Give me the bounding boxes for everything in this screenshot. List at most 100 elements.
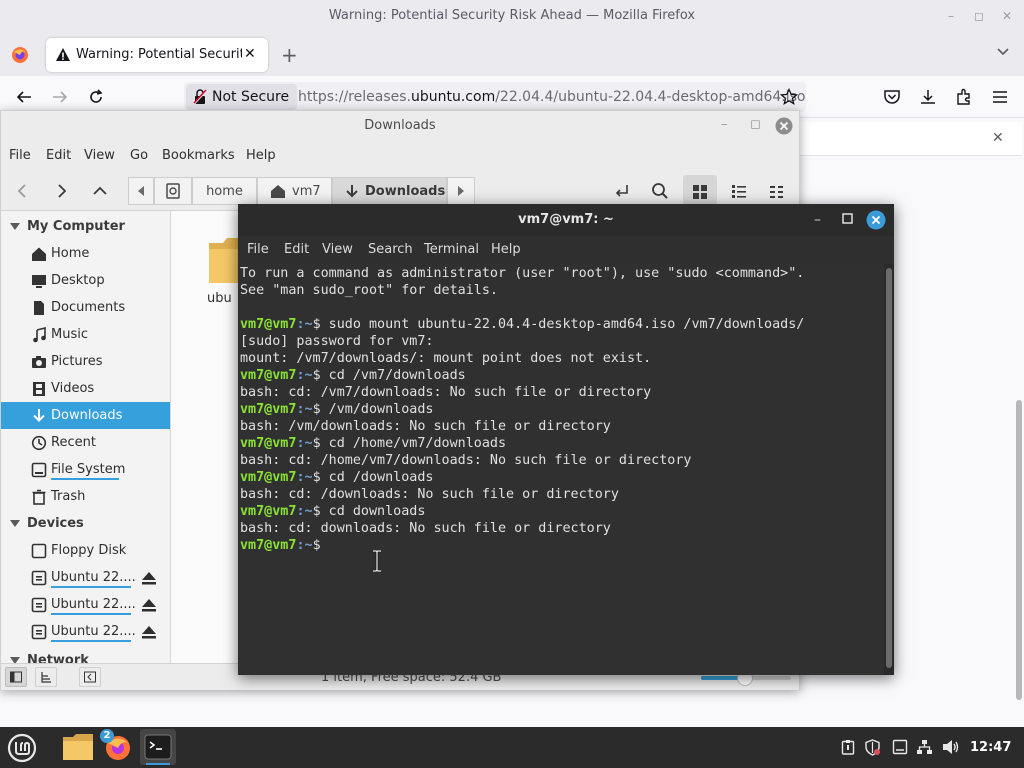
- breadcrumb-downloads[interactable]: Downloads: [332, 177, 447, 205]
- show-places-button[interactable]: [5, 667, 27, 687]
- forward-arrow-icon[interactable]: [51, 88, 69, 106]
- sidebar-section-network[interactable]: Network: [1, 647, 170, 663]
- hide-sidebar-button[interactable]: [79, 667, 101, 687]
- menu-help[interactable]: Help: [246, 141, 276, 171]
- not-secure-indicator[interactable]: Not Secure: [186, 84, 298, 110]
- terminal-close-button[interactable]: [866, 210, 886, 230]
- notification-close-icon[interactable]: ✕: [992, 130, 1004, 146]
- taskbar-terminal-launcher[interactable]: [140, 729, 176, 765]
- extensions-icon[interactable]: [955, 88, 973, 106]
- places-icon: [10, 671, 22, 683]
- network-icon[interactable]: [916, 739, 933, 755]
- sidebar-section-label: Network: [27, 653, 89, 663]
- update-manager-icon[interactable]: [892, 739, 908, 755]
- compact-view-icon[interactable]: [769, 183, 785, 199]
- url-text[interactable]: https://releases.ubuntu.com/22.04.4/ubun…: [298, 82, 806, 112]
- reload-icon[interactable]: [87, 88, 105, 106]
- terminal-output[interactable]: To run a command as administrator (user …: [238, 264, 884, 675]
- forward-icon[interactable]: [53, 183, 69, 199]
- sidebar-item-home[interactable]: Home: [1, 240, 170, 267]
- terminal-menu-terminal[interactable]: Terminal: [424, 236, 479, 264]
- eject-icon[interactable]: [141, 625, 157, 639]
- clock[interactable]: 12:47: [970, 727, 1011, 768]
- clipboard-icon[interactable]: [840, 739, 856, 755]
- sidebar-section-my-computer[interactable]: My Computer: [1, 213, 170, 240]
- terminal-menu-edit[interactable]: Edit: [284, 236, 309, 264]
- sidebar-item-ubuntu-disk-3[interactable]: Ubuntu 22....: [1, 618, 170, 645]
- firefox-window-title: Warning: Potential Security Risk Ahead —…: [328, 8, 696, 23]
- firefox-page-scrollbar[interactable]: [1016, 400, 1022, 700]
- breadcrumb-scroll-right-icon[interactable]: [447, 177, 475, 205]
- prompt-user: vm7@vm7: [240, 317, 297, 332]
- toggle-path-icon[interactable]: [613, 182, 631, 200]
- list-all-tabs-icon[interactable]: [996, 44, 1010, 58]
- sidebar-item-music[interactable]: Music: [1, 321, 170, 348]
- terminal-scrollbar[interactable]: [884, 264, 894, 675]
- terminal-menu-help[interactable]: Help: [491, 236, 521, 264]
- sidebar-section-devices[interactable]: Devices: [1, 510, 170, 537]
- shield-icon[interactable]: [864, 739, 881, 756]
- eject-icon[interactable]: [141, 571, 157, 585]
- firefox-tab-security-warning[interactable]: Warning: Potential Security Risk Ahead ✕: [46, 38, 268, 72]
- sidebar-item-ubuntu-disk-1[interactable]: Ubuntu 22....: [1, 564, 170, 591]
- taskbar-files-launcher[interactable]: [62, 732, 94, 762]
- search-icon[interactable]: [651, 182, 669, 200]
- terminal-minimize-button[interactable]: –: [814, 212, 821, 228]
- back-arrow-icon[interactable]: [15, 88, 33, 106]
- sidebar-item-videos[interactable]: Videos: [1, 375, 170, 402]
- sidebar-item-recent[interactable]: Recent: [1, 429, 170, 456]
- command-text: $ cd /vm7/downloads: [312, 368, 466, 383]
- zoom-slider[interactable]: [701, 670, 791, 686]
- breadcrumb-scroll-left-icon[interactable]: [128, 177, 154, 205]
- sidebar-item-file-system[interactable]: File System: [1, 456, 170, 483]
- icon-view-button[interactable]: [683, 175, 717, 207]
- sidebar-item-downloads[interactable]: Downloads: [1, 402, 170, 429]
- terminal-scrollbar-thumb[interactable]: [886, 268, 892, 668]
- file-manager-maximize-button[interactable]: ◻: [750, 117, 761, 132]
- list-view-icon[interactable]: [731, 183, 747, 199]
- downloads-icon[interactable]: [919, 88, 937, 106]
- volume-icon[interactable]: [942, 739, 960, 755]
- terminal-menu-file[interactable]: File: [247, 236, 269, 264]
- terminal-maximize-button[interactable]: [842, 213, 853, 224]
- file-manager-minimize-button[interactable]: –: [721, 117, 728, 132]
- menu-edit[interactable]: Edit: [46, 141, 71, 171]
- tab-close-icon[interactable]: ✕: [244, 46, 256, 62]
- taskbar-firefox-launcher[interactable]: 2: [100, 729, 133, 762]
- menu-file[interactable]: File: [9, 141, 31, 171]
- menu-hamburger-icon[interactable]: [991, 88, 1009, 106]
- sidebar-item-desktop[interactable]: Desktop: [1, 267, 170, 294]
- firefox-minimize-button[interactable]: –: [944, 9, 958, 23]
- home-icon: [32, 247, 46, 261]
- breadcrumb-vm7[interactable]: vm7: [257, 177, 332, 205]
- terminal-menu-view[interactable]: View: [322, 236, 353, 264]
- show-treeview-button[interactable]: [35, 667, 57, 687]
- sidebar-item-documents[interactable]: Documents: [1, 294, 170, 321]
- terminal-menu-search[interactable]: Search: [368, 236, 413, 264]
- up-icon[interactable]: [92, 183, 108, 199]
- file-manager-title: Downloads: [364, 118, 436, 133]
- url-bar[interactable]: Not Secure https://releases.ubuntu.com/2…: [184, 82, 806, 112]
- sidebar-item-floppy-disk[interactable]: Floppy Disk: [1, 537, 170, 564]
- firefox-maximize-button[interactable]: ◻: [972, 9, 986, 23]
- toggle-location-entry-icon[interactable]: [154, 177, 192, 205]
- start-menu-button[interactable]: [6, 732, 38, 764]
- breadcrumb-vm7-label: vm7: [292, 184, 321, 199]
- firefox-logo-icon[interactable]: [11, 46, 29, 64]
- sidebar-item-pictures[interactable]: Pictures: [1, 348, 170, 375]
- sidebar-item-trash[interactable]: Trash: [1, 483, 170, 510]
- back-icon[interactable]: [15, 183, 31, 199]
- sidebar-item-ubuntu-disk-2[interactable]: Ubuntu 22....: [1, 591, 170, 618]
- eject-icon[interactable]: [141, 598, 157, 612]
- breadcrumb-home[interactable]: home: [192, 177, 257, 205]
- terminal-line: bash: cd: /home/vm7/downloads: No such f…: [240, 453, 692, 468]
- firefox-close-button[interactable]: ✕: [1000, 9, 1014, 23]
- menu-bookmarks[interactable]: Bookmarks: [162, 141, 235, 171]
- pocket-icon[interactable]: [883, 88, 901, 106]
- file-manager-menubar: File Edit View Go Bookmarks Help: [1, 141, 799, 171]
- bookmark-star-icon[interactable]: [780, 88, 798, 106]
- file-manager-close-button[interactable]: [775, 117, 793, 135]
- menu-go[interactable]: Go: [130, 141, 148, 171]
- new-tab-button[interactable]: +: [281, 43, 298, 67]
- menu-view[interactable]: View: [84, 141, 115, 171]
